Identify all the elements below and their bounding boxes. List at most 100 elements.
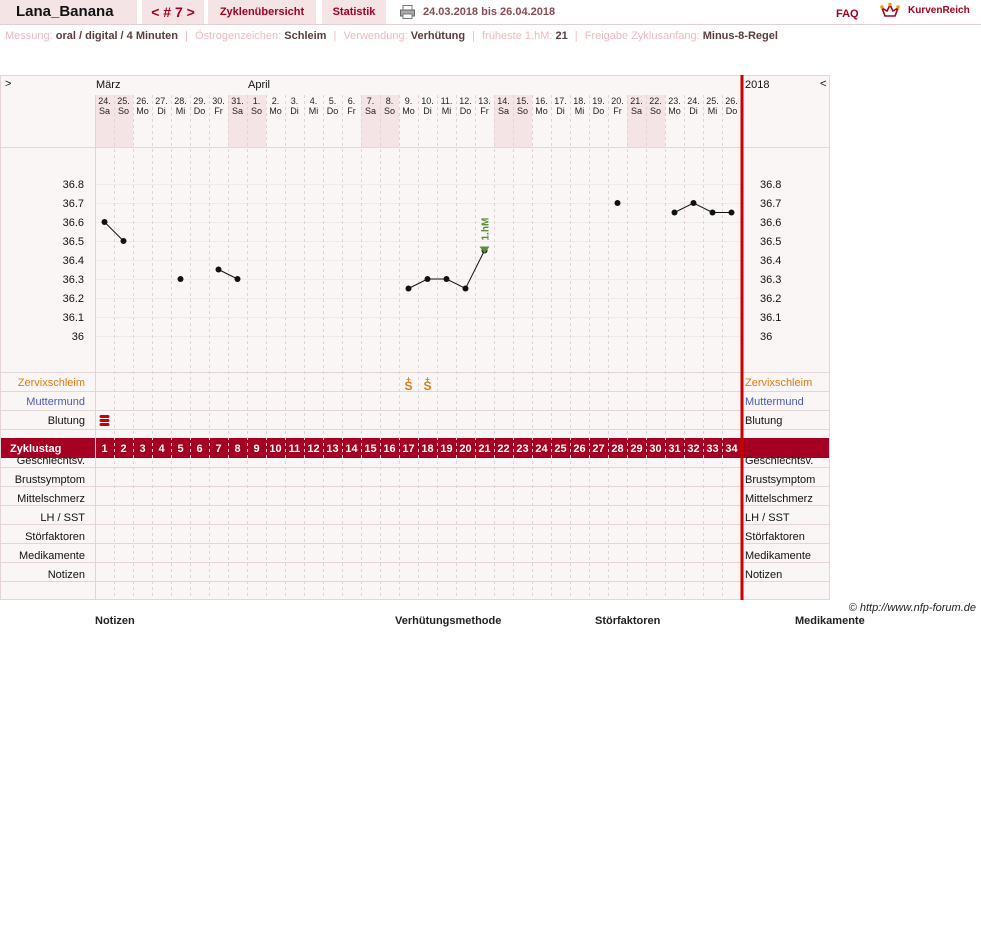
cycle-day-number: 10 bbox=[269, 443, 281, 455]
date-label: 12. bbox=[459, 96, 472, 106]
copyright: © http://www.nfp-forum.de bbox=[848, 602, 976, 614]
weekday-label: Di bbox=[689, 106, 698, 116]
cycle-day-number: 1 bbox=[101, 443, 107, 455]
bottom-row-label: Notizen bbox=[48, 569, 85, 581]
cycle-day-number: 22 bbox=[497, 443, 509, 455]
y-tick-right: 36 bbox=[760, 331, 772, 343]
temperature-point bbox=[177, 276, 184, 282]
date-label: 22. bbox=[649, 96, 662, 106]
cycle-chart: > <2018März April24.Sa25.So26.Mo27.Di28.Mi… bbox=[0, 75, 830, 600]
cycle-day-number: 14 bbox=[345, 443, 358, 455]
bottom-row-label-right: Notizen bbox=[745, 569, 782, 581]
estrogen-label: Östrogenzeichen: bbox=[194, 30, 282, 42]
nav-right-arrow[interactable]: < bbox=[820, 78, 826, 90]
cycle-day-label: Zyklustag bbox=[10, 443, 61, 455]
bottom-row-label-right: Störfaktoren bbox=[745, 531, 805, 543]
month-label: März bbox=[96, 79, 120, 91]
footer-disturbances-heading: Störfaktoren bbox=[595, 615, 661, 627]
crown-icon[interactable] bbox=[880, 2, 900, 20]
tab-statistics[interactable]: Statistik bbox=[322, 0, 386, 24]
temperature-point bbox=[101, 219, 108, 225]
tab-cycle-overview[interactable]: Zyklenübersicht bbox=[208, 0, 316, 24]
date-label: 16. bbox=[535, 96, 548, 106]
month-label: April bbox=[248, 79, 270, 91]
release-label: Freigabe Zyklusanfang: bbox=[584, 30, 700, 42]
weekday-label: Di bbox=[556, 106, 565, 116]
y-tick-left: 36.1 bbox=[63, 312, 84, 324]
printer-icon[interactable] bbox=[400, 5, 415, 19]
weekday-label: So bbox=[384, 106, 395, 116]
cycle-day-number: 26 bbox=[573, 443, 585, 455]
weekday-label: Do bbox=[194, 106, 206, 116]
weekday-label: So bbox=[650, 106, 661, 116]
estrogen-value: Schleim bbox=[284, 30, 327, 42]
temperature-point bbox=[215, 266, 222, 273]
cycle-day-number: 32 bbox=[687, 443, 699, 455]
mucus-symbol: S bbox=[404, 379, 412, 393]
row-label-right-mucus: Zervixschleim bbox=[745, 377, 812, 389]
nav-left-arrow[interactable]: > bbox=[5, 78, 11, 90]
row-label-mucus: Zervixschleim bbox=[18, 377, 85, 389]
weekday-label: Do bbox=[460, 106, 472, 116]
cycle-day-number: 7 bbox=[215, 443, 221, 455]
cycle-day-number: 30 bbox=[649, 443, 661, 455]
date-range: 24.03.2018 bis 26.04.2018 bbox=[423, 6, 556, 18]
bottom-row-label: Störfaktoren bbox=[25, 531, 85, 543]
weekday-label: Fr bbox=[613, 106, 622, 116]
y-tick-left: 36 bbox=[72, 331, 84, 343]
earliest-hm-value: 21 bbox=[555, 30, 568, 42]
usage-value: Verhütung bbox=[410, 30, 466, 42]
usage-label: Verwendung: bbox=[343, 30, 408, 42]
cycle-day-number: 31 bbox=[668, 443, 680, 455]
weekday-label: Do bbox=[327, 106, 339, 116]
date-label: 17. bbox=[554, 96, 567, 106]
weekday-label: Mo bbox=[136, 106, 149, 116]
date-label: 26. bbox=[725, 96, 738, 106]
date-label: 24. bbox=[98, 96, 111, 106]
cycle-info: Messung: oral / digital / 4 Minuten | Ös… bbox=[5, 30, 778, 42]
row-label-cervix: Muttermund bbox=[26, 396, 85, 408]
y-tick-left: 36.4 bbox=[63, 255, 84, 267]
bleeding-marker bbox=[99, 423, 110, 426]
cycle-day-number: 25 bbox=[554, 443, 566, 455]
y-tick-right: 36.2 bbox=[760, 293, 781, 305]
footer-medications-heading: Medikamente bbox=[795, 615, 865, 627]
weekday-label: Di bbox=[423, 106, 432, 116]
cycle-day-number: 11 bbox=[289, 443, 301, 455]
date-label: 2. bbox=[272, 96, 280, 106]
weekday-label: Fr bbox=[480, 106, 489, 116]
date-label: 31. bbox=[231, 96, 244, 106]
mucus-symbol: S bbox=[423, 379, 431, 393]
temperature-point bbox=[671, 209, 678, 216]
y-tick-right: 36.1 bbox=[760, 312, 781, 324]
weekday-label: Do bbox=[593, 106, 605, 116]
weekday-label: Mo bbox=[668, 106, 681, 116]
weekday-label: Sa bbox=[365, 106, 376, 116]
date-label: 10. bbox=[421, 96, 434, 106]
bottom-row-label-right: Mittelschmerz bbox=[745, 493, 813, 505]
temperature-point bbox=[424, 276, 431, 282]
weekday-label: Di bbox=[157, 106, 166, 116]
weekday-label: Sa bbox=[232, 106, 243, 116]
y-tick-left: 36.6 bbox=[63, 217, 84, 229]
date-label: 29. bbox=[193, 96, 206, 106]
y-tick-right: 36.5 bbox=[760, 236, 781, 248]
bottom-row-label: LH / SST bbox=[40, 512, 85, 524]
weekday-label: Mi bbox=[442, 106, 452, 116]
cycle-navigation[interactable]: < # 7 > bbox=[142, 0, 204, 24]
date-label: 4. bbox=[310, 96, 318, 106]
faq-link[interactable]: FAQ bbox=[836, 8, 859, 20]
weekday-label: Mi bbox=[309, 106, 319, 116]
temperature-point bbox=[614, 200, 621, 206]
weekday-label: Mo bbox=[269, 106, 282, 116]
bottom-row-label-right: Geschlechtsv. bbox=[745, 455, 813, 467]
temperature-point bbox=[462, 285, 469, 292]
hm-label: 1.hM bbox=[481, 218, 492, 241]
logo-text[interactable]: KurvenReich bbox=[908, 5, 970, 16]
date-label: 19. bbox=[592, 96, 605, 106]
y-tick-left: 36.5 bbox=[63, 236, 84, 248]
row-label-right-bleeding: Blutung bbox=[745, 415, 782, 427]
date-label: 25. bbox=[117, 96, 130, 106]
cycle-day-number: 17 bbox=[402, 443, 414, 455]
cycle-day-number: 12 bbox=[307, 443, 319, 455]
